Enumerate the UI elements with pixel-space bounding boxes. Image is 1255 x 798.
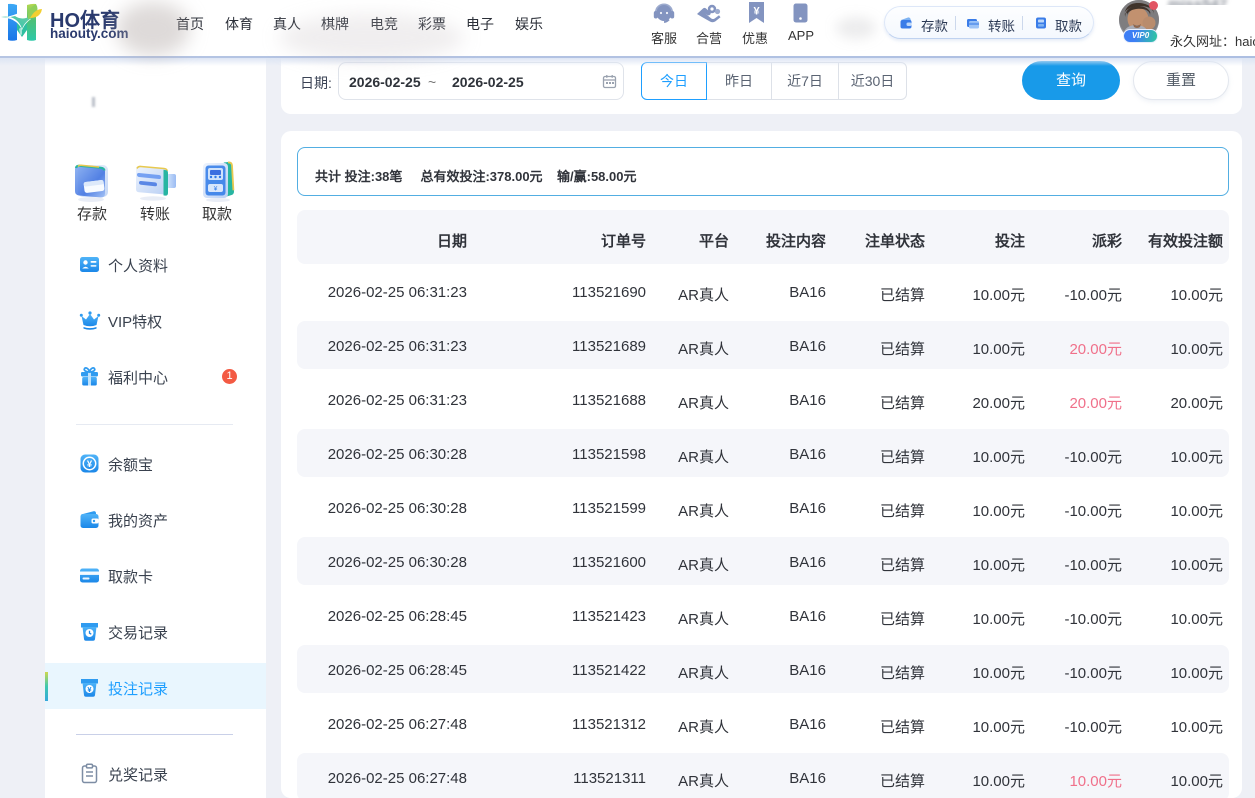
svg-text:¥: ¥ <box>753 6 760 18</box>
svg-text:¥: ¥ <box>87 459 93 470</box>
svg-text:¥: ¥ <box>214 186 218 193</box>
